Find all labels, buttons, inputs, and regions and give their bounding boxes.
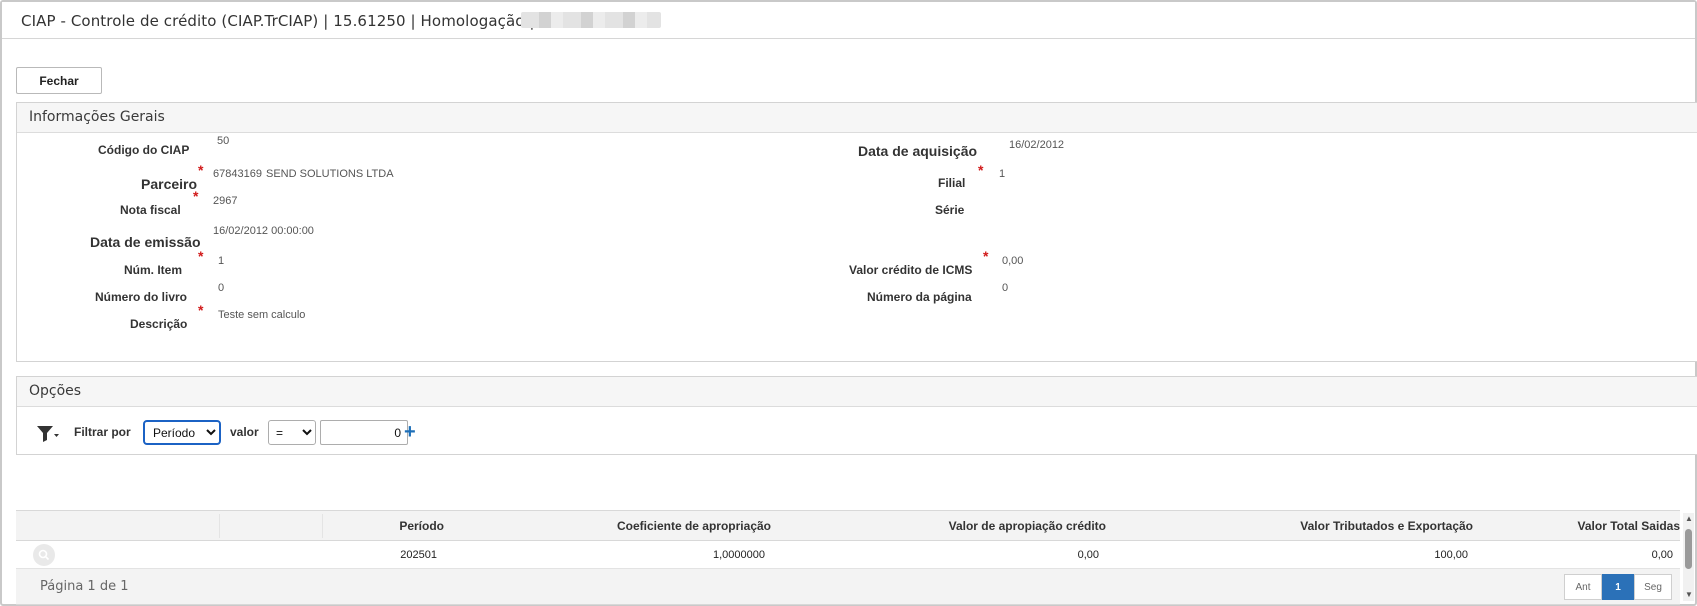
cell-valor-apropiacao: 0,00 (1077, 549, 1099, 561)
plus-icon[interactable]: + (404, 421, 416, 443)
item-label: Núm. Item (124, 263, 183, 277)
close-button[interactable]: Fechar (16, 67, 102, 94)
scroll-up-icon[interactable]: ▲ (1685, 515, 1693, 523)
icms-value: 0,00 (1002, 255, 1024, 267)
grid-header: Período Coeficiente de apropriação Valor… (16, 510, 1680, 541)
redacted-environment (521, 12, 661, 28)
column-header-valor-tributados[interactable]: Valor Tributados e Exportação (1300, 519, 1473, 533)
filter-by-label: Filtrar por (74, 425, 131, 439)
filial-label: Filial (938, 176, 966, 190)
column-header-valor-apropiacao[interactable]: Valor de apropiação crédito (949, 519, 1106, 533)
search-icon[interactable] (33, 544, 55, 566)
codigo-value: 50 (217, 135, 230, 147)
parceiro-required-mark: * (198, 162, 204, 178)
title-bar: CIAP - Controle de crédito (CIAP.TrCIAP)… (2, 2, 1695, 39)
filter-field-select[interactable]: Período (143, 420, 221, 445)
page-info: Página 1 de 1 (40, 579, 129, 594)
serie-label: Série (935, 203, 965, 217)
options-panel-title: Opções (17, 377, 1697, 407)
scroll-down-icon[interactable]: ▼ (1685, 591, 1693, 599)
icms-required-mark: * (983, 248, 989, 264)
filter-icon[interactable] (36, 425, 60, 443)
column-header-coeficiente[interactable]: Coeficiente de apropriação (617, 519, 771, 533)
column-separator (322, 514, 323, 538)
table-row[interactable]: 202501 1,0000000 0,00 100,00 0,00 (16, 541, 1680, 569)
pager-prev-button[interactable]: Ant (1564, 574, 1602, 600)
icms-label: Valor crédito de ICMS (849, 263, 973, 277)
column-header-periodo[interactable]: Período (399, 519, 444, 533)
codigo-label: Código do CIAP (98, 143, 190, 157)
emissao-value: 16/02/2012 00:00:00 (213, 225, 314, 237)
aquisicao-value: 16/02/2012 (1009, 139, 1065, 151)
grid-footer: Página 1 de 1 Ant 1 Seg (16, 569, 1680, 605)
nota-required-mark: * (193, 188, 199, 204)
info-panel-title: Informações Gerais (17, 103, 1697, 133)
column-separator (219, 514, 220, 538)
cell-coeficiente: 1,0000000 (713, 549, 765, 561)
scroll-thumb[interactable] (1685, 529, 1692, 569)
parceiro-code: 67843169 (213, 168, 262, 180)
filial-value: 1 (999, 168, 1006, 180)
livro-value: 0 (218, 282, 225, 294)
value-label: valor (230, 425, 259, 439)
parceiro-name: SEND SOLUTIONS LTDA (266, 168, 394, 180)
filial-required-mark: * (978, 162, 984, 178)
window-title: CIAP - Controle de crédito (CIAP.TrCIAP)… (21, 12, 535, 30)
operator-select[interactable]: = (268, 420, 316, 445)
nota-label: Nota fiscal (120, 203, 181, 217)
descricao-label: Descrição (130, 317, 188, 331)
column-header-valor-total-saidas[interactable]: Valor Total Saidas (1578, 519, 1680, 533)
descricao-value: Teste sem calculo (218, 309, 306, 321)
aquisicao-label: Data de aquisição (858, 143, 978, 159)
pagina-label: Número da página (867, 290, 972, 304)
emissao-label: Data de emissão (90, 234, 201, 250)
vertical-scrollbar[interactable]: ▲ ▼ (1683, 513, 1694, 601)
cell-periodo: 202501 (400, 549, 437, 561)
livro-label: Número do livro (95, 290, 188, 304)
filter-value-input[interactable] (320, 420, 408, 445)
pager-next-button[interactable]: Seg (1634, 574, 1672, 600)
cell-valor-total-saidas: 0,00 (1651, 549, 1673, 561)
pager-page-1-button[interactable]: 1 (1602, 574, 1634, 600)
parceiro-label: Parceiro (141, 176, 198, 192)
chevron-down-icon (54, 434, 59, 437)
item-value: 1 (218, 255, 225, 267)
descricao-required-mark: * (198, 302, 204, 318)
cell-valor-tributados: 100,00 (1434, 549, 1468, 561)
item-required-mark: * (198, 248, 204, 264)
nota-value: 2967 (213, 195, 238, 207)
pagina-value: 0 (1002, 282, 1009, 294)
